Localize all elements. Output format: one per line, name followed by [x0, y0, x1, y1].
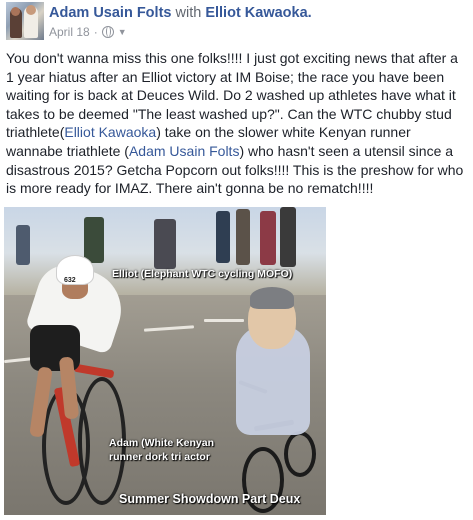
globe-icon	[101, 26, 114, 38]
background-cyclist	[154, 219, 176, 269]
post-body: You don't wanna miss this one folks!!!! …	[6, 49, 468, 198]
tagged-user-link[interactable]: Elliot Kawaoka.	[205, 5, 311, 21]
background-spectator	[216, 211, 230, 263]
photo-caption-adam: Adam (White Kenyan runner dork tri actor	[109, 437, 215, 463]
author-name-link[interactable]: Adam Usain Folts	[49, 5, 171, 21]
post-date[interactable]: April 18	[49, 25, 90, 39]
author-avatar[interactable]	[6, 2, 44, 40]
kid-helmet	[250, 287, 294, 309]
photo-caption-showdown: Summer Showdown Part Deux	[119, 492, 301, 506]
mention-adam-link[interactable]: Adam Usain Folts	[129, 143, 239, 159]
post-header: Adam Usain Folts with Elliot Kawaoka. Ap…	[6, 2, 467, 44]
rider-number: 632	[64, 277, 76, 284]
background-spectator	[236, 209, 250, 265]
post-meta: April 18 · ▼	[49, 25, 127, 39]
with-label: with	[175, 5, 202, 21]
chevron-down-icon[interactable]: ▼	[118, 27, 127, 37]
background-spectator	[16, 225, 30, 265]
mention-elliot-link[interactable]: Elliot Kawaoka	[64, 124, 156, 140]
lane-marking	[204, 319, 244, 322]
background-cyclist	[84, 217, 104, 263]
background-spectator	[280, 207, 296, 267]
kid-bike-front-wheel	[284, 431, 316, 477]
post-author-line: Adam Usain Folts with Elliot Kawaoka.	[49, 5, 312, 21]
background-spectator	[260, 211, 276, 265]
meta-separator: ·	[93, 25, 98, 39]
post-photo[interactable]: 632 Elliot (Elephant WTC cycling MOFO) A…	[4, 207, 326, 515]
photo-caption-elliot: Elliot (Elephant WTC cycling MOFO)	[112, 268, 293, 280]
